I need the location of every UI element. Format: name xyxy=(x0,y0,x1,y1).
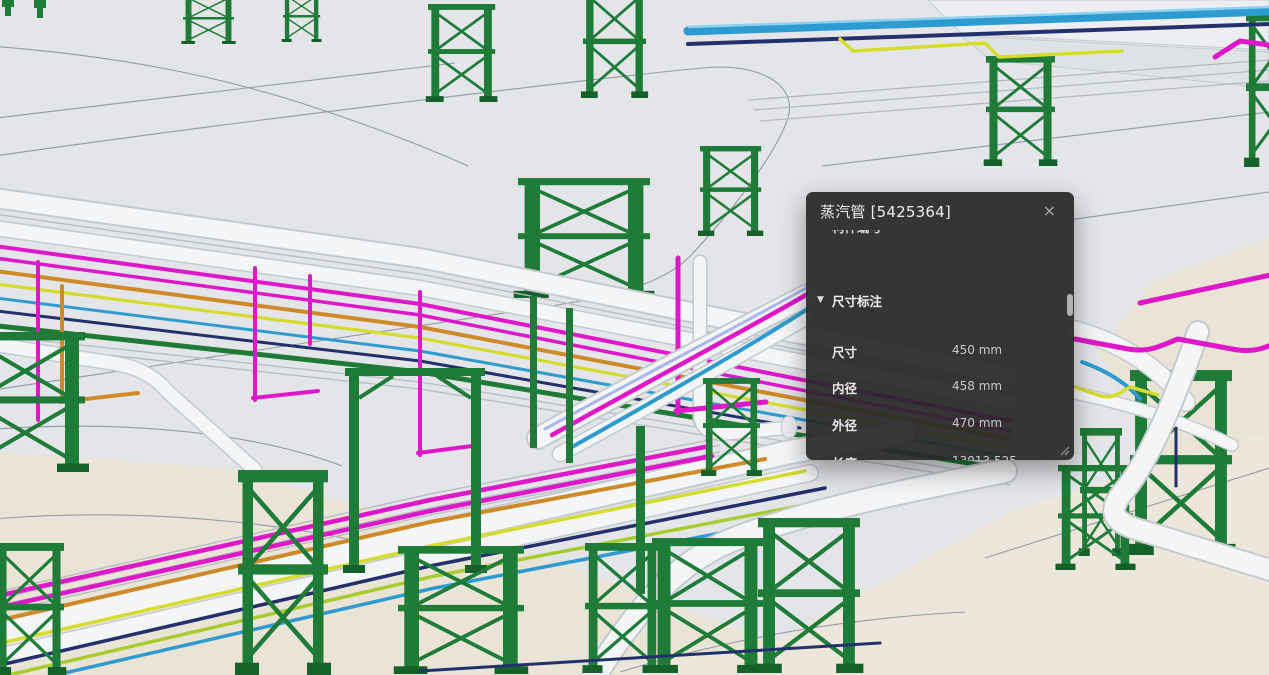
property-value: 458 mm xyxy=(952,379,1002,393)
property-label: 内径 xyxy=(832,378,857,397)
properties-panel-body: 构件编号 ▼ 尺寸标注 尺寸 450 mm 内径 458 mm 外径 470 m… xyxy=(806,230,1074,460)
scrollbar-thumb[interactable] xyxy=(1067,294,1073,316)
properties-panel-header[interactable]: 蒸汽管 [5425364] × xyxy=(806,192,1074,230)
property-row-size: 尺寸 450 mm xyxy=(806,340,1074,360)
property-value: 450 mm xyxy=(952,343,1002,357)
plant-3d-viewport[interactable] xyxy=(0,0,1269,675)
resize-handle[interactable] xyxy=(1059,445,1071,457)
resize-grip-icon xyxy=(1059,445,1071,457)
property-value: 13013.525 xyxy=(952,454,1017,460)
bim-viewer-stage: 蒸汽管 [5425364] × 构件编号 ▼ 尺寸标注 尺寸 450 mm 内径… xyxy=(0,0,1269,675)
section-label: 尺寸标注 xyxy=(832,291,882,310)
property-row-outer-diameter: 外径 470 mm xyxy=(806,413,1074,433)
panel-title: 蒸汽管 [5425364] xyxy=(820,201,951,222)
property-row-inner-diameter: 内径 458 mm xyxy=(806,376,1074,396)
properties-panel[interactable]: 蒸汽管 [5425364] × 构件编号 ▼ 尺寸标注 尺寸 450 mm 内径… xyxy=(806,192,1074,460)
property-label: 长度 xyxy=(832,453,857,460)
chevron-down-icon[interactable]: ▼ xyxy=(817,295,824,305)
clipped-property-row: 构件编号 xyxy=(832,230,882,237)
close-icon[interactable]: × xyxy=(1039,201,1060,221)
property-label: 尺寸 xyxy=(832,342,857,361)
property-row-length: 长度 13013.525 xyxy=(806,451,1074,460)
property-label: 外径 xyxy=(832,415,857,434)
property-value: 470 mm xyxy=(952,416,1002,430)
